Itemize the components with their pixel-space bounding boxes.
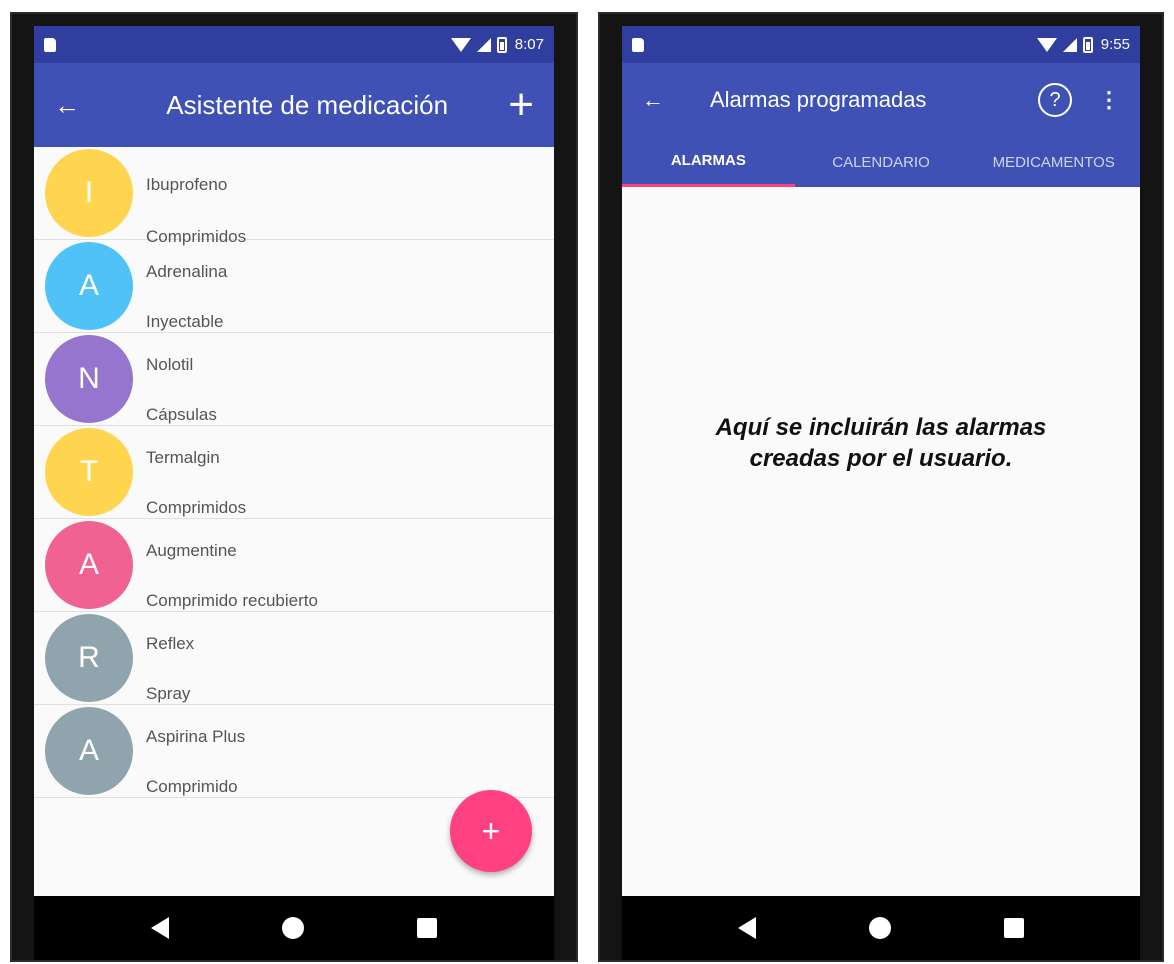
medication-form: Comprimido recubierto xyxy=(146,591,318,610)
android-nav-bar xyxy=(622,896,1140,960)
avatar: A xyxy=(45,707,133,795)
medication-form: Comprimido xyxy=(146,777,238,796)
screen-right: 9:55 ← Alarmas programadas ? ⋮ ALARMAS C… xyxy=(622,26,1140,896)
overflow-menu-icon[interactable]: ⋮ xyxy=(1098,87,1120,113)
nav-recents-icon[interactable] xyxy=(1003,918,1024,938)
avatar: I xyxy=(45,149,133,237)
page-title: Alarmas programadas xyxy=(710,87,927,112)
medication-name: Adrenalina xyxy=(146,262,228,281)
medication-name: Ibuprofeno xyxy=(146,175,228,194)
list-item[interactable]: N Nolotil Cápsulas xyxy=(34,333,554,426)
tab-calendario[interactable]: CALENDARIO xyxy=(795,137,968,187)
medication-form: Inyectable xyxy=(146,312,224,331)
list-item[interactable]: A Adrenalina Inyectable xyxy=(34,240,554,333)
add-medication-button[interactable]: + xyxy=(508,83,534,127)
tab-bar: ALARMAS CALENDARIO MEDICAMENTOS xyxy=(622,137,1140,187)
medication-form: Cápsulas xyxy=(146,405,217,424)
android-nav-bar xyxy=(34,896,554,960)
add-fab-button[interactable]: + xyxy=(450,790,532,872)
tab-content: Aquí se incluirán las alarmas creadas po… xyxy=(622,187,1140,896)
medication-form: Comprimidos xyxy=(146,498,247,517)
page-title: Asistente de medicación xyxy=(166,89,449,120)
list-item[interactable]: A Augmentine Comprimido recubierto xyxy=(34,519,554,612)
nav-recents-icon[interactable] xyxy=(417,918,438,938)
clock: 8:07 xyxy=(514,36,544,53)
app-bar: ← Alarmas programadas ? ⋮ xyxy=(622,63,1140,137)
avatar: R xyxy=(45,614,133,702)
list-item[interactable]: I Ibuprofeno Comprimidos xyxy=(34,147,554,246)
list-item[interactable]: T Termalgin Comprimidos xyxy=(34,426,554,519)
nav-home-icon[interactable] xyxy=(281,917,304,939)
wifi-icon xyxy=(450,37,471,52)
medication-name: Augmentine xyxy=(146,541,237,560)
avatar: A xyxy=(45,242,133,330)
back-arrow-icon[interactable]: ← xyxy=(54,90,106,121)
nav-back-icon[interactable] xyxy=(150,917,169,939)
empty-state-message: Aquí se incluirán las alarmas creadas po… xyxy=(622,412,1140,474)
screen-left: 8:07 ← Asistente de medicación + I Ibupro… xyxy=(34,26,554,896)
medication-form: Spray xyxy=(146,684,191,703)
medication-name: Termalgin xyxy=(146,448,220,467)
medication-name: Nolotil xyxy=(146,355,194,374)
empty-state-line-2: creadas por el usuario. xyxy=(749,445,1013,473)
list-item[interactable]: R Reflex Spray xyxy=(34,612,554,705)
nav-home-icon[interactable] xyxy=(868,917,891,939)
medication-list: I Ibuprofeno Comprimidos A Adrenalina Inyecta… xyxy=(34,147,554,896)
nav-back-icon[interactable] xyxy=(738,917,757,939)
phone-right: 9:55 ← Alarmas programadas ? ⋮ ALARMAS C… xyxy=(598,12,1164,962)
stage: 8:07 ← Asistente de medicación + I Ibupro… xyxy=(0,0,1174,964)
status-bar: 8:07 xyxy=(34,26,554,63)
list-item[interactable]: A Aspirina Plus Comprimido xyxy=(34,705,554,798)
wifi-icon xyxy=(1036,37,1057,52)
sd-card-icon xyxy=(44,37,56,52)
medication-name: Aspirina Plus xyxy=(146,727,246,746)
avatar: T xyxy=(45,428,133,516)
empty-state-line-1: Aquí se incluirán las alarmas xyxy=(715,414,1047,441)
avatar: A xyxy=(45,521,133,609)
clock: 9:55 xyxy=(1100,36,1130,53)
back-arrow-icon[interactable]: ← xyxy=(642,87,692,113)
phone-left: 8:07 ← Asistente de medicación + I Ibupro… xyxy=(10,12,578,962)
signal-icon xyxy=(1062,37,1077,52)
medication-name: Reflex xyxy=(146,634,195,653)
avatar: N xyxy=(45,335,133,423)
battery-icon xyxy=(1082,36,1093,53)
battery-icon xyxy=(496,36,507,53)
tab-medicamentos[interactable]: MEDICAMENTOS xyxy=(967,137,1140,187)
sd-card-icon xyxy=(632,37,644,52)
status-bar: 9:55 xyxy=(622,26,1140,63)
help-icon[interactable]: ? xyxy=(1038,83,1072,117)
app-bar: ← Asistente de medicación + xyxy=(34,63,554,147)
tab-alarmas[interactable]: ALARMAS xyxy=(622,137,795,187)
signal-icon xyxy=(476,37,491,52)
